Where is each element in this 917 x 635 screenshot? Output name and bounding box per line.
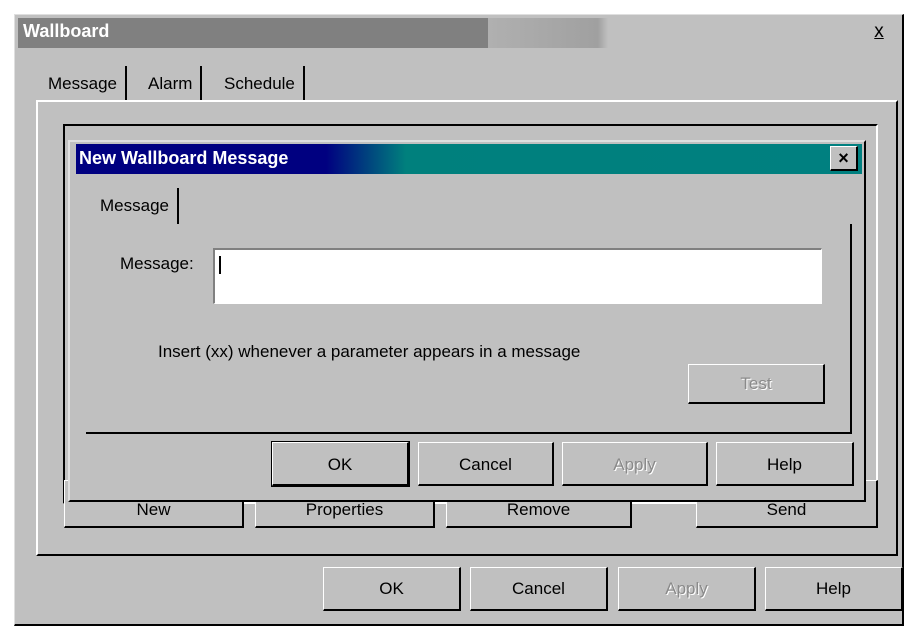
- tab-alarm[interactable]: Alarm: [140, 66, 203, 102]
- dialog-ok-button[interactable]: OK: [271, 441, 410, 487]
- help-button[interactable]: Help: [765, 567, 903, 611]
- close-icon[interactable]: ×: [830, 146, 858, 171]
- dialog-tab-message[interactable]: Message: [92, 188, 179, 224]
- wallboard-title: Wallboard: [23, 21, 110, 41]
- cancel-button[interactable]: Cancel: [470, 567, 608, 611]
- apply-button[interactable]: Apply: [618, 567, 756, 611]
- tab-schedule[interactable]: Schedule: [216, 66, 305, 102]
- dialog-help-button[interactable]: Help: [716, 442, 854, 486]
- tab-message[interactable]: Message: [40, 66, 127, 102]
- wallboard-titlebar[interactable]: [18, 18, 900, 48]
- message-label: Message:: [120, 254, 194, 273]
- dialog-apply-button[interactable]: Apply: [562, 442, 708, 486]
- text-cursor: [219, 256, 221, 274]
- dialog-cancel-button[interactable]: Cancel: [418, 442, 554, 486]
- test-button[interactable]: Test: [688, 364, 825, 404]
- ok-button[interactable]: OK: [323, 567, 461, 611]
- parameter-hint: Insert (xx) whenever a parameter appears…: [158, 342, 581, 361]
- close-icon[interactable]: x: [866, 20, 892, 44]
- message-input[interactable]: [213, 248, 822, 304]
- dialog-title: New Wallboard Message: [79, 148, 289, 168]
